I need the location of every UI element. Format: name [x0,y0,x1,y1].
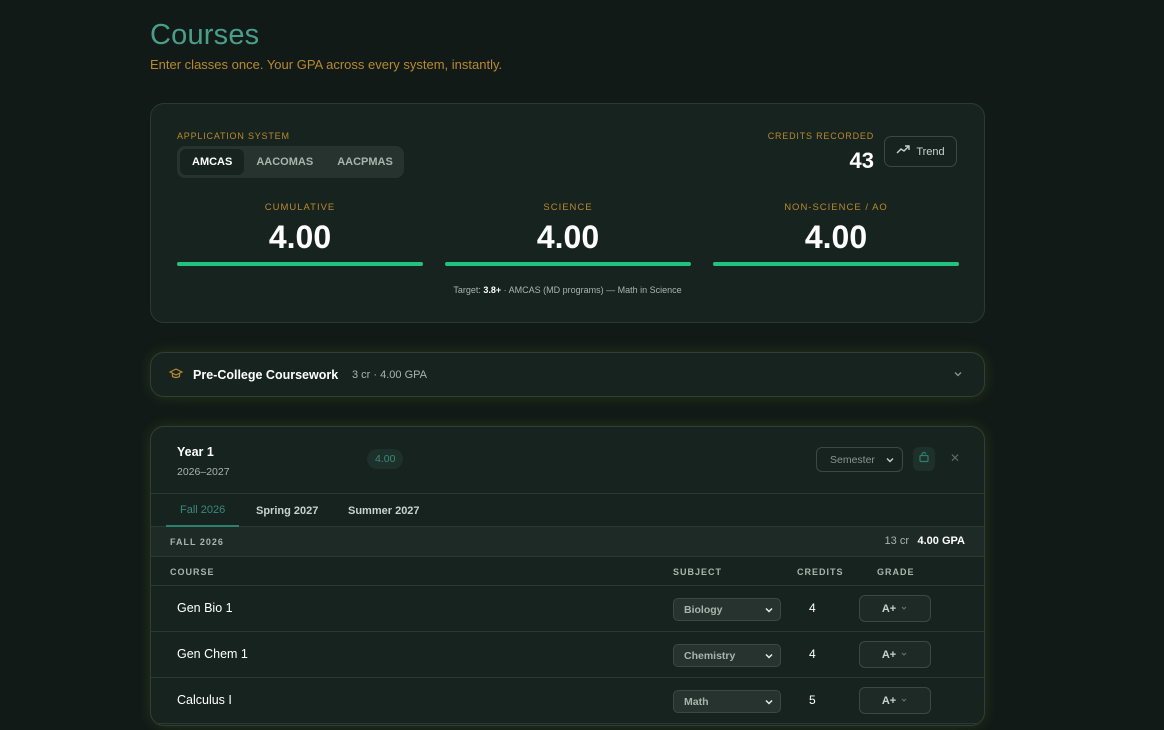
credits-value[interactable]: 5 [809,693,816,707]
credits-value[interactable]: 4 [809,601,816,615]
trend-button[interactable]: Trend [884,136,957,167]
chevron-down-icon [900,649,908,661]
pre-college-section[interactable]: Pre-College Coursework 3 cr · 4.00 GPA [150,352,985,397]
table-row: Calculus I Math 5 A+ [151,678,984,724]
gpa-cumulative-value: 4.00 [268,219,332,255]
chevron-down-icon [900,603,908,615]
column-credits: CREDITS [797,567,844,577]
grade-select[interactable]: A+ [859,641,931,668]
graduation-cap-icon [168,367,184,386]
chevron-down-icon [900,695,908,707]
subject-select[interactable]: Math [673,690,781,713]
target-value: 3.8+ [483,285,502,295]
gpa-science-bar [445,262,691,266]
gpa-non-science-bar [713,262,959,266]
system-option-aacomas[interactable]: AACOMAS [244,149,325,175]
gpa-summary-card: APPLICATION SYSTEM AMCAS AACOMAS AACPMAS… [150,103,985,323]
table-row: Gen Bio 1 Biology 4 A+ [151,586,984,632]
term-name: FALL 2026 [170,537,224,547]
subject-value: Math [684,695,709,708]
system-option-amcas[interactable]: AMCAS [180,149,245,175]
column-subject: SUBJECT [673,567,723,577]
subject-value: Biology [684,603,723,616]
target-prefix: Target: [453,285,481,295]
pre-college-meta: 3 cr · 4.00 GPA [352,369,427,381]
year-range: 2026–2027 [177,466,230,478]
column-grade: GRADE [877,567,915,577]
year-card: Year 1 2026–2027 4.00 Semester ✕ Fall 20… [150,426,985,726]
gpa-science-value: 4.00 [536,219,600,255]
trend-button-label: Trend [916,145,945,158]
chevron-down-icon [763,696,775,711]
year-title: Year 1 [177,445,214,459]
course-table-header: COURSE SUBJECT CREDITS GRADE [151,557,984,586]
gpa-cumulative-label: CUMULATIVE [264,202,336,213]
close-icon[interactable]: ✕ [950,451,960,465]
target-suffix: · AMCAS (MD programs) — Math in Science [503,285,682,295]
page-subtitle: Enter classes once. Your GPA across ever… [150,57,503,72]
grade-value: A+ [881,602,897,615]
term-type-value: Semester [830,453,875,466]
tab-summer-2027[interactable]: Summer 2027 [348,494,420,527]
term-type-select[interactable]: Semester [816,447,903,472]
grade-select[interactable]: A+ [859,687,931,714]
chevron-down-icon [884,454,896,469]
lock-button[interactable] [913,447,935,471]
grade-value: A+ [881,648,897,661]
lock-icon [918,450,930,468]
credits-value[interactable]: 4 [809,647,816,661]
term-tabs: Fall 2026 Spring 2027 Summer 2027 [151,493,984,527]
gpa-non-science-label: NON-SCIENCE / AO [784,202,888,213]
gpa-non-science-value: 4.00 [804,219,868,255]
credits-recorded-value: 43 [849,148,874,173]
chevron-down-icon [763,650,775,665]
credits-recorded-label: CREDITS RECORDED [767,131,874,141]
application-system-label: APPLICATION SYSTEM [177,131,290,141]
trend-up-icon [896,145,911,158]
gpa-cumulative-bar [177,262,423,266]
chevron-down-icon[interactable] [952,367,964,385]
pre-college-title: Pre-College Coursework [193,368,339,382]
course-name[interactable]: Gen Bio 1 [177,601,233,615]
system-option-aacpmas[interactable]: AACPMAS [325,149,405,175]
column-course: COURSE [170,567,215,577]
grade-select[interactable]: A+ [859,595,931,622]
table-row: Gen Chem 1 Chemistry 4 A+ [151,632,984,678]
term-header: FALL 2026 13 cr 4.00 GPA [151,527,984,557]
tab-fall-2026[interactable]: Fall 2026 [166,494,240,527]
gpa-science-label: SCIENCE [543,202,593,213]
course-name[interactable]: Calculus I [177,693,232,707]
course-name[interactable]: Gen Chem 1 [177,647,248,661]
gpa-cumulative: CUMULATIVE 4.00 [177,202,423,266]
target-note: Target: 3.8+ · AMCAS (MD programs) — Mat… [151,285,984,295]
page-title: Courses [150,19,260,51]
grade-value: A+ [881,694,897,707]
term-gpa: 4.00 GPA [917,535,966,547]
subject-value: Chemistry [684,649,736,662]
subject-select[interactable]: Chemistry [673,644,781,667]
application-system-selector: AMCAS AACOMAS AACPMAS [177,146,404,178]
subject-select[interactable]: Biology [673,598,781,621]
tab-spring-2027[interactable]: Spring 2027 [256,494,318,527]
chevron-down-icon [763,604,775,619]
term-credits: 13 cr [884,535,909,547]
gpa-non-science: NON-SCIENCE / AO 4.00 [713,202,959,266]
year-gpa-pill: 4.00 [367,449,404,469]
gpa-science: SCIENCE 4.00 [445,202,691,266]
